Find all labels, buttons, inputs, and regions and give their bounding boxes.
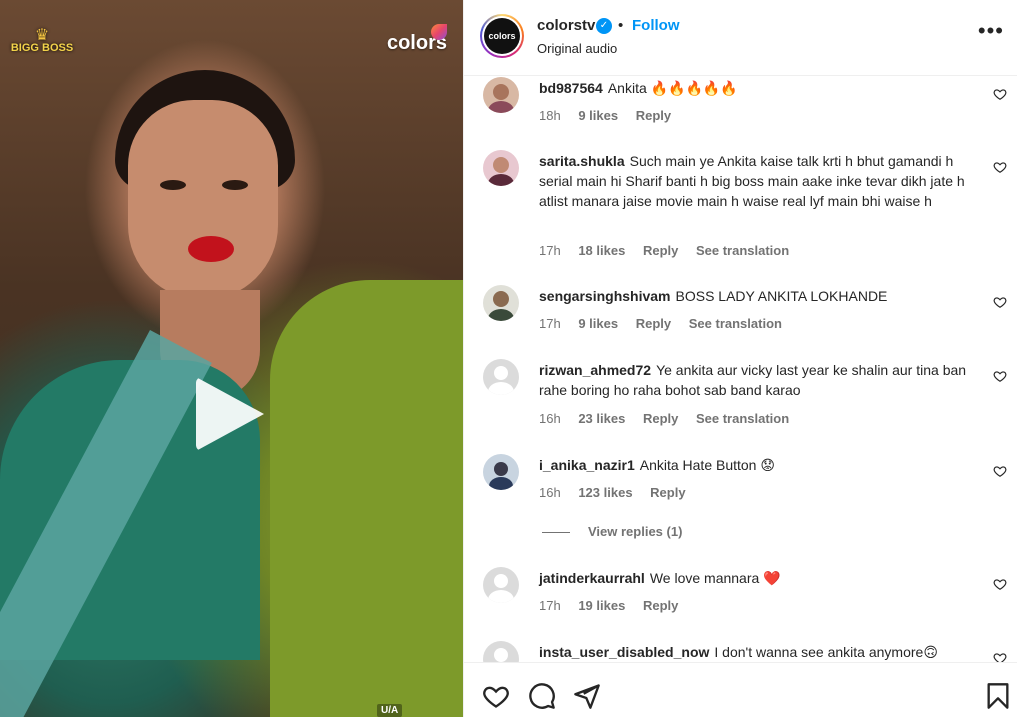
bookmark-icon[interactable]: [984, 682, 1012, 710]
heart-icon[interactable]: [482, 682, 510, 710]
reply-button[interactable]: Reply: [650, 485, 685, 500]
comment-text: bd987564 Ankita 🔥🔥🔥🔥🔥: [539, 78, 989, 98]
video-frame-eye: [222, 180, 248, 190]
comment-meta: 17h 19 likes Reply: [539, 598, 692, 613]
comment-text: rizwan_ahmed72 Ye ankita aur vicky last y…: [539, 360, 989, 400]
audio-link[interactable]: Original audio: [537, 41, 617, 56]
comment-text: sarita.shukla Such main ye Ankita kaise t…: [539, 151, 989, 211]
comment-meta: 16h 123 likes Reply: [539, 485, 700, 500]
commenter-username[interactable]: sengarsinghshivam: [539, 288, 671, 304]
video-frame-lips: [188, 236, 234, 262]
show-logo-text: BIGG BOSS: [10, 42, 74, 54]
reply-button[interactable]: Reply: [643, 243, 678, 258]
play-icon[interactable]: [196, 377, 264, 451]
show-logo: ♛ BIGG BOSS: [10, 27, 74, 70]
author-avatar-logo: colors: [484, 18, 520, 54]
separator-dot: •: [618, 17, 624, 34]
heart-icon[interactable]: [993, 87, 1007, 101]
heart-icon[interactable]: [993, 369, 1007, 383]
comment-meta: 17h 18 likes Reply See translation: [539, 243, 803, 258]
commenter-avatar[interactable]: [483, 285, 519, 321]
share-icon[interactable]: [573, 682, 601, 710]
view-replies-label: View replies (1): [588, 524, 683, 539]
comment-likes[interactable]: 123 likes: [578, 485, 632, 500]
commenter-username[interactable]: sarita.shukla: [539, 153, 625, 169]
comment-time: 18h: [539, 108, 561, 123]
comment-likes[interactable]: 23 likes: [578, 411, 625, 426]
comment-body: Ankita 🔥🔥🔥🔥🔥: [607, 80, 738, 96]
commenter-username[interactable]: i_anika_nazir1: [539, 457, 635, 473]
reply-button[interactable]: Reply: [643, 411, 678, 426]
commenter-username[interactable]: bd987564: [539, 80, 603, 96]
video-frame-eye: [160, 180, 186, 190]
comment-meta: 18h 9 likes Reply: [539, 108, 685, 123]
video-frame-face: [128, 100, 278, 300]
commenter-avatar[interactable]: [483, 359, 519, 395]
channel-logo: colors: [387, 24, 447, 55]
view-replies-line: [542, 532, 570, 534]
see-translation-link[interactable]: See translation: [696, 243, 789, 258]
video-frame-saree: [270, 280, 463, 717]
crown-icon: ♛: [34, 27, 50, 44]
commenter-username[interactable]: jatinderkaurrahl: [539, 570, 645, 586]
comment-likes[interactable]: 19 likes: [578, 598, 625, 613]
action-bar: [464, 662, 1017, 717]
comment-time: 16h: [539, 485, 561, 500]
see-translation-link[interactable]: See translation: [696, 411, 789, 426]
comment-body: BOSS LADY ANKITA LOKHANDE: [675, 288, 888, 304]
video-player[interactable]: ♛ BIGG BOSS colors U/A: [0, 0, 463, 717]
follow-button[interactable]: Follow: [632, 17, 680, 34]
commenter-username[interactable]: rizwan_ahmed72: [539, 362, 651, 378]
comment-time: 17h: [539, 316, 561, 331]
heart-icon[interactable]: [993, 464, 1007, 478]
commenter-avatar[interactable]: [483, 454, 519, 490]
commenter-username[interactable]: insta_user_disabled_now: [539, 644, 709, 660]
commenter-avatar[interactable]: [483, 567, 519, 603]
comment-text: jatinderkaurrahl We love mannara ❤️: [539, 568, 989, 588]
comment-time: 17h: [539, 598, 561, 613]
comment-meta: 16h 23 likes Reply See translation: [539, 411, 803, 426]
reply-button[interactable]: Reply: [636, 316, 671, 331]
comment-time: 17h: [539, 243, 561, 258]
comment-time: 16h: [539, 411, 561, 426]
comment-likes[interactable]: 9 likes: [578, 316, 618, 331]
commenter-avatar[interactable]: [483, 77, 519, 113]
view-replies-button[interactable]: View replies (1): [542, 524, 682, 539]
heart-icon[interactable]: [993, 651, 1007, 662]
comment-icon[interactable]: [528, 682, 556, 710]
commenter-avatar[interactable]: [483, 150, 519, 186]
comment-body: Ankita Hate Button 😟: [639, 457, 775, 473]
reply-button[interactable]: Reply: [643, 598, 678, 613]
commenter-avatar[interactable]: [483, 641, 519, 662]
heart-icon[interactable]: [993, 160, 1007, 174]
heart-icon[interactable]: [993, 295, 1007, 309]
comment-likes[interactable]: 18 likes: [578, 243, 625, 258]
more-options-icon[interactable]: •••: [978, 20, 1004, 42]
heart-icon[interactable]: [993, 577, 1007, 591]
comments-list[interactable]: bd987564 Ankita 🔥🔥🔥🔥🔥 18h 9 likes Reply s…: [464, 77, 1017, 662]
comment-text: sengarsinghshivam BOSS LADY ANKITA LOKHAN…: [539, 286, 989, 306]
verified-badge-icon: ✓: [596, 18, 612, 34]
see-translation-link[interactable]: See translation: [689, 316, 782, 331]
post-header: colors colorstv ✓ • Follow Original audi…: [464, 0, 1017, 76]
comment-text: i_anika_nazir1 Ankita Hate Button 😟: [539, 455, 989, 475]
comment-text: insta_user_disabled_now I don't wanna see…: [539, 642, 989, 662]
author-avatar[interactable]: colors: [480, 14, 524, 58]
comment-body: We love mannara ❤️: [649, 570, 781, 586]
author-username[interactable]: colorstv: [537, 17, 595, 34]
content-rating: U/A: [377, 704, 403, 717]
post-panel: colors colorstv ✓ • Follow Original audi…: [463, 0, 1017, 717]
petal-icon: [431, 24, 447, 40]
comment-meta: 17h 9 likes Reply See translation: [539, 316, 796, 331]
reply-button[interactable]: Reply: [636, 108, 671, 123]
comment-body: I don't wanna see ankita anymore🙃: [714, 644, 938, 660]
comment-likes[interactable]: 9 likes: [578, 108, 618, 123]
